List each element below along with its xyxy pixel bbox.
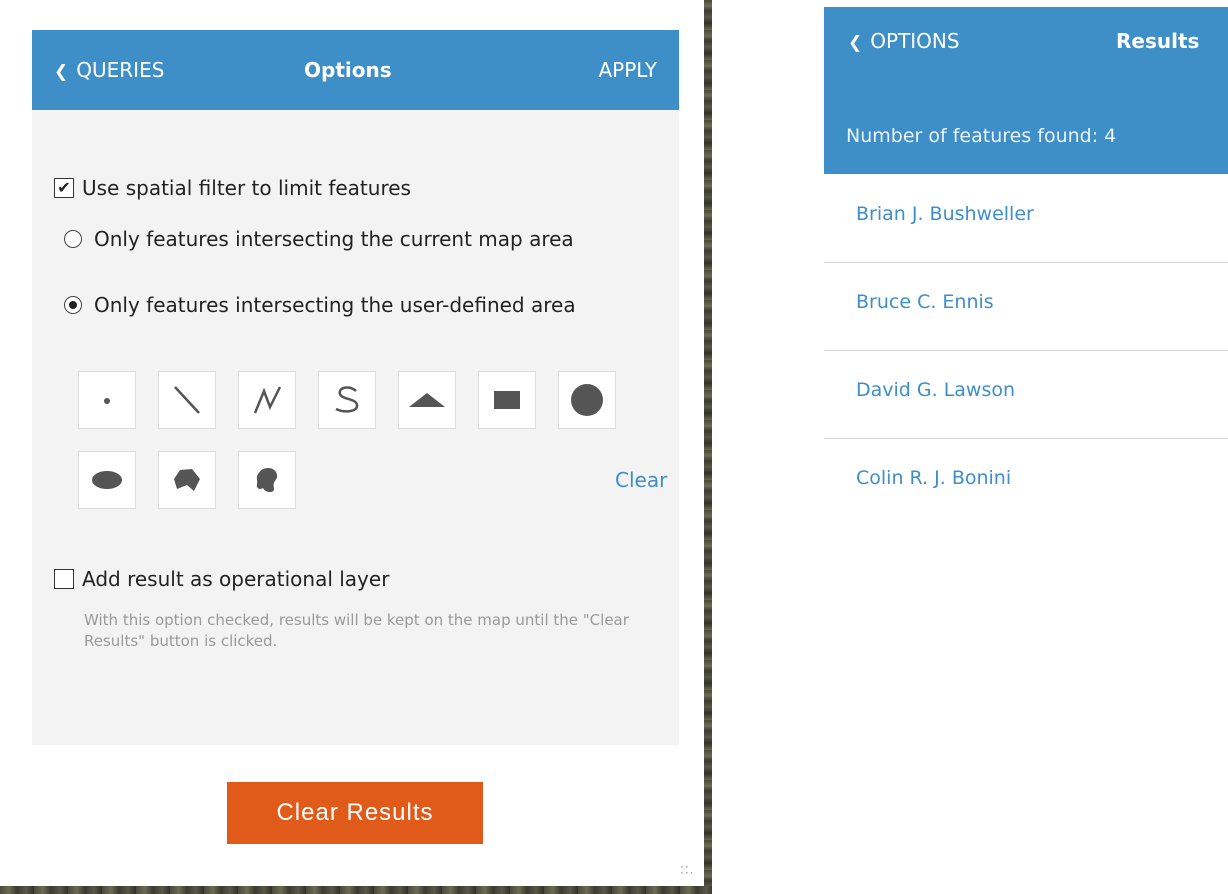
draw-line-tool[interactable] bbox=[158, 371, 216, 429]
results-header: ❮ OPTIONS Results Number of features foun… bbox=[824, 7, 1228, 174]
line-icon bbox=[174, 386, 200, 414]
freehand-polygon-icon bbox=[256, 467, 278, 493]
radio-user-defined-label: Only features intersecting the user-defi… bbox=[94, 293, 576, 317]
result-name[interactable]: David G. Lawson bbox=[856, 379, 1015, 401]
result-name[interactable]: Bruce C. Ennis bbox=[856, 291, 994, 313]
map-background-edge bbox=[704, 0, 712, 894]
draw-circle-tool[interactable] bbox=[558, 371, 616, 429]
draw-polygon-tool[interactable] bbox=[158, 451, 216, 509]
clear-results-button[interactable]: Clear Results bbox=[227, 782, 483, 844]
spatial-filter-option[interactable]: ✔ Use spatial filter to limit features bbox=[54, 176, 411, 200]
ellipse-icon bbox=[92, 471, 122, 489]
add-layer-option[interactable]: Add result as operational layer bbox=[54, 567, 389, 591]
results-title: Results bbox=[1116, 29, 1200, 53]
back-to-options-button[interactable]: ❮ OPTIONS bbox=[848, 29, 960, 53]
chevron-left-icon: ❮ bbox=[54, 62, 69, 82]
feature-count: Number of features found: 4 bbox=[846, 125, 1117, 147]
options-panel: ❮ QUERIES Options APPLY ✔ Use spatial fil… bbox=[32, 30, 679, 745]
result-item[interactable]: David G. Lawson bbox=[824, 351, 1228, 439]
draw-ellipse-tool[interactable] bbox=[78, 451, 136, 509]
back-to-queries-button[interactable]: ❮ QUERIES bbox=[54, 58, 164, 82]
result-name[interactable]: Brian J. Bushweller bbox=[856, 203, 1034, 225]
draw-freehand-polygon-tool[interactable] bbox=[238, 451, 296, 509]
back-label: OPTIONS bbox=[870, 29, 960, 53]
spatial-filter-label: Use spatial filter to limit features bbox=[82, 176, 411, 200]
draw-point-tool[interactable] bbox=[78, 371, 136, 429]
chevron-left-icon: ❮ bbox=[848, 33, 863, 53]
draw-rectangle-tool[interactable] bbox=[478, 371, 536, 429]
add-layer-label: Add result as operational layer bbox=[82, 567, 390, 591]
polygon-icon bbox=[174, 469, 200, 491]
radio-user-defined-option[interactable]: Only features intersecting the user-defi… bbox=[64, 294, 644, 316]
radio-current-map[interactable] bbox=[64, 230, 82, 248]
draw-triangle-tool[interactable] bbox=[398, 371, 456, 429]
radio-current-map-option[interactable]: Only features intersecting the current m… bbox=[64, 228, 644, 250]
freehand-line-icon bbox=[335, 386, 359, 413]
add-layer-hint: With this option checked, results will b… bbox=[84, 611, 629, 650]
radio-current-map-label: Only features intersecting the current m… bbox=[94, 227, 574, 251]
apply-button[interactable]: APPLY bbox=[598, 58, 657, 82]
draw-polyline-tool[interactable] bbox=[238, 371, 296, 429]
draw-freehand-polyline-tool[interactable] bbox=[318, 371, 376, 429]
circle-icon bbox=[571, 384, 603, 416]
clear-drawing-link[interactable]: Clear bbox=[615, 468, 667, 492]
radio-user-defined[interactable] bbox=[64, 296, 82, 314]
result-name[interactable]: Colin R. J. Bonini bbox=[856, 467, 1011, 489]
result-item[interactable]: Colin R. J. Bonini bbox=[824, 439, 1228, 526]
polyline-icon bbox=[253, 386, 282, 414]
back-label: QUERIES bbox=[76, 58, 165, 82]
map-background-bottom bbox=[0, 886, 712, 894]
resize-grip-icon[interactable]: ·· ··· bbox=[680, 861, 700, 884]
panel-title: Options bbox=[304, 58, 392, 82]
add-layer-checkbox[interactable] bbox=[54, 569, 74, 589]
result-item[interactable]: Bruce C. Ennis bbox=[824, 263, 1228, 351]
rectangle-icon bbox=[494, 391, 520, 409]
options-header: ❮ QUERIES Options APPLY bbox=[32, 30, 679, 110]
triangle-icon bbox=[409, 393, 445, 407]
result-item[interactable]: Brian J. Bushweller bbox=[824, 175, 1228, 263]
spatial-filter-checkbox[interactable]: ✔ bbox=[54, 178, 74, 198]
point-icon bbox=[104, 398, 110, 404]
